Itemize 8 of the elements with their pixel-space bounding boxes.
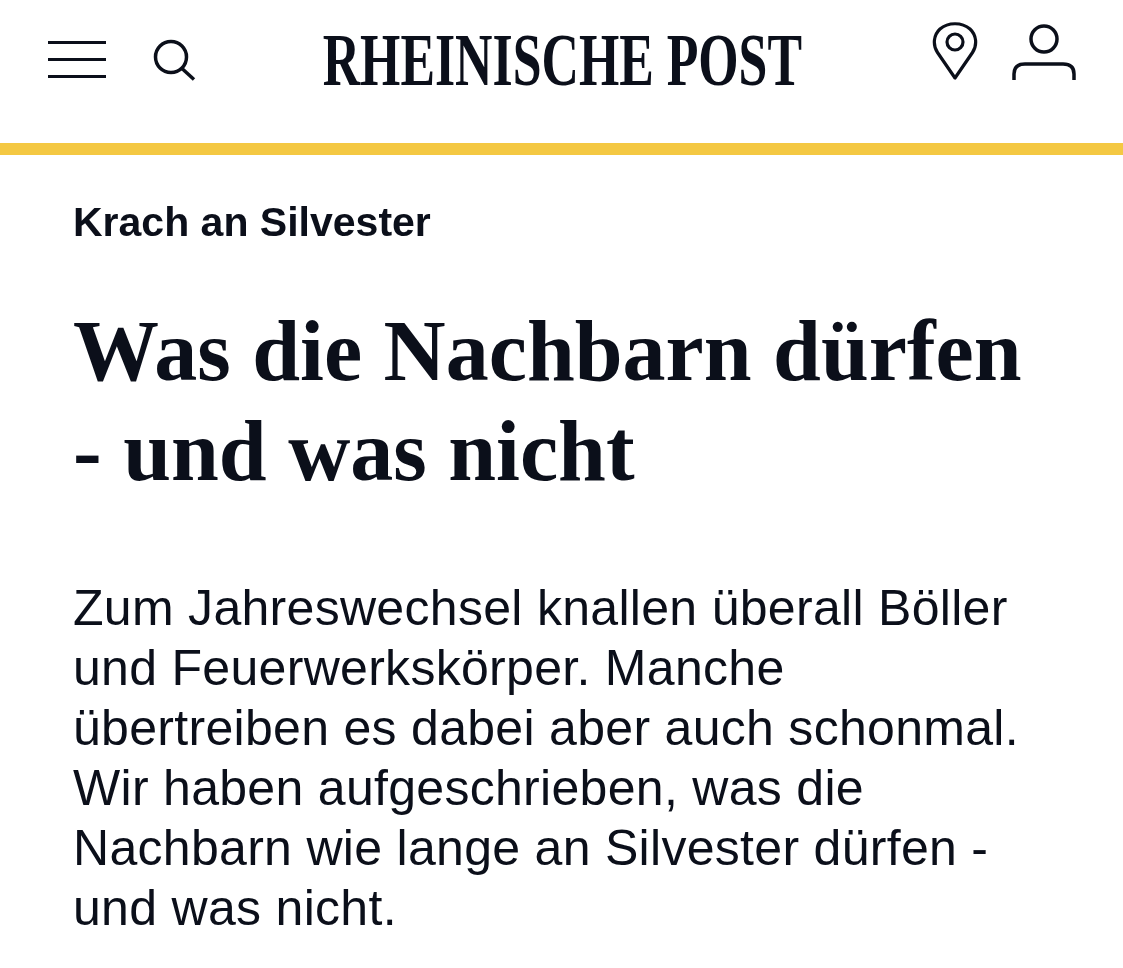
search-icon[interactable] [153,38,196,81]
location-pin-icon[interactable] [932,21,978,80]
menu-icon[interactable] [48,41,106,78]
logo[interactable]: RHEINISCHE POST [322,22,802,97]
teaser-paragraph: Zum Jahreswechsel knallen überall Böller und Feuerwerkskörper. Manche übertreiben es dabei aber auch schonmal. Wir haben aufgeschrieben, was die Nachbarn wie lange an Silvester dürfen - und was nicht. [73,579,1020,938]
user-icon[interactable] [1012,23,1076,82]
headline: Was die Nachbarn dürfen - und was nicht [73,302,1023,501]
kicker: Krach an Silvester [73,198,431,246]
